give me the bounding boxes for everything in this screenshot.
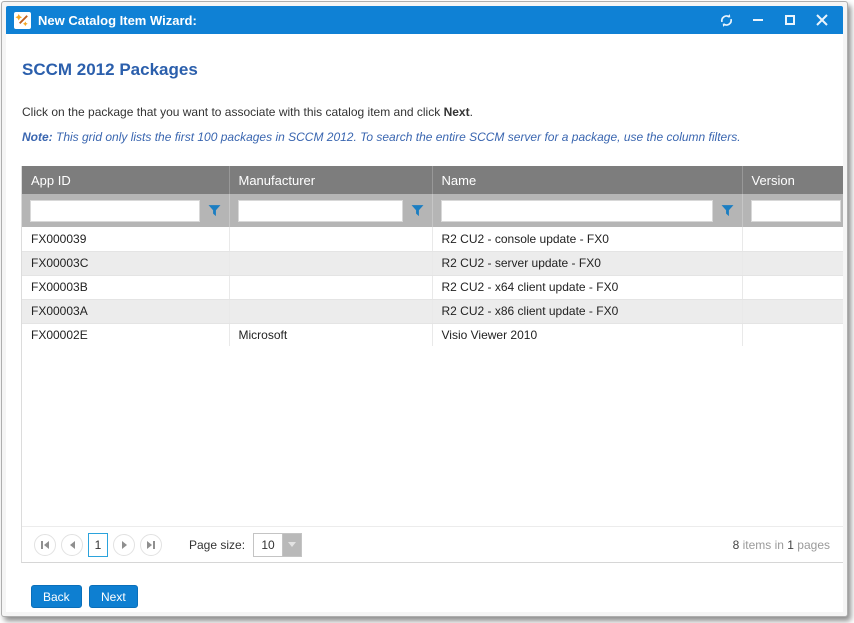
table-cell <box>229 275 432 299</box>
filter-input-app-id[interactable] <box>30 200 200 222</box>
table-cell: FX00003A <box>22 299 229 323</box>
grid-empty-area <box>22 346 843 526</box>
grid-header-row: App ID Manufacturer Name Version <box>22 166 843 194</box>
maximize-icon[interactable] <box>777 9 803 31</box>
pager-status: 8 items in 1 pages <box>733 538 832 552</box>
table-cell: R2 CU2 - console update - FX0 <box>432 227 742 251</box>
prev-page-icon[interactable] <box>61 534 83 556</box>
page-size-dropdown[interactable]: 10 <box>253 533 302 557</box>
filter-input-version[interactable] <box>751 200 841 222</box>
table-cell: R2 CU2 - server update - FX0 <box>432 251 742 275</box>
grid-filter-row <box>22 194 843 227</box>
refresh-icon[interactable] <box>713 9 739 31</box>
instruction-text: Click on the package that you want to as… <box>22 105 473 119</box>
dropdown-arrow-icon[interactable] <box>282 534 301 556</box>
table-cell: R2 CU2 - x86 client update - FX0 <box>432 299 742 323</box>
wizard-content: SCCM 2012 Packages Click on the package … <box>6 34 843 612</box>
table-cell: FX00003C <box>22 251 229 275</box>
table-cell <box>229 227 432 251</box>
table-row[interactable]: FX00003C R2 CU2 - server update - FX0 <box>22 251 843 275</box>
next-button[interactable]: Next <box>89 585 138 608</box>
instruction-suffix: . <box>470 105 473 119</box>
window-title: New Catalog Item Wizard: <box>38 13 197 28</box>
instruction-prefix: Click on the package that you want to as… <box>22 105 444 119</box>
table-row[interactable]: FX00002EMicrosoftVisio Viewer 2010 <box>22 323 843 346</box>
instruction-next-keyword: Next <box>444 105 470 119</box>
filter-input-name[interactable] <box>441 200 713 222</box>
table-cell <box>742 227 843 251</box>
back-button[interactable]: Back <box>31 585 82 608</box>
items-label: items in <box>739 538 787 552</box>
table-cell <box>742 323 843 346</box>
table-cell <box>742 299 843 323</box>
title-bar: New Catalog Item Wizard: <box>6 6 843 34</box>
table-row[interactable]: FX00003B R2 CU2 - x64 client update - FX0 <box>22 275 843 299</box>
wizard-window: New Catalog Item Wizard: SCCM 2012 Packa… <box>1 1 848 617</box>
column-header-manufacturer[interactable]: Manufacturer <box>229 166 432 194</box>
next-page-icon[interactable] <box>113 534 135 556</box>
packages-table: App ID Manufacturer Name Version <box>22 166 843 346</box>
table-cell <box>229 299 432 323</box>
column-header-name[interactable]: Name <box>432 166 742 194</box>
current-page-button[interactable]: 1 <box>88 533 108 557</box>
filter-icon[interactable] <box>721 204 734 217</box>
table-cell: Visio Viewer 2010 <box>432 323 742 346</box>
table-cell: Microsoft <box>229 323 432 346</box>
pager-bar: 1 Page size: 10 8 items in 1 pages <box>22 526 843 562</box>
filter-icon[interactable] <box>208 204 221 217</box>
close-icon[interactable] <box>809 9 835 31</box>
minimize-icon[interactable] <box>745 9 771 31</box>
page-size-label: Page size: <box>189 538 245 552</box>
filter-icon[interactable] <box>411 204 424 217</box>
column-header-app-id[interactable]: App ID <box>22 166 229 194</box>
table-cell: R2 CU2 - x64 client update - FX0 <box>432 275 742 299</box>
filter-input-manufacturer[interactable] <box>238 200 403 222</box>
page-size-value: 10 <box>254 534 282 556</box>
table-cell <box>229 251 432 275</box>
table-cell: FX00003B <box>22 275 229 299</box>
package-table-body: FX000039R2 CU2 - console update - FX0FX0… <box>22 227 843 346</box>
first-page-icon[interactable] <box>34 534 56 556</box>
note-text: Note: This grid only lists the first 100… <box>22 130 741 144</box>
grid-clip-area: App ID Manufacturer Name Version <box>22 166 843 346</box>
pages-count: 1 <box>787 538 794 552</box>
table-cell: FX00002E <box>22 323 229 346</box>
wizard-icon <box>14 12 31 29</box>
pages-label: pages <box>794 538 830 552</box>
page-title: SCCM 2012 Packages <box>22 60 198 80</box>
note-label: Note: <box>22 130 53 144</box>
table-row[interactable]: FX00003A R2 CU2 - x86 client update - FX0 <box>22 299 843 323</box>
table-cell <box>742 251 843 275</box>
packages-grid: App ID Manufacturer Name Version <box>21 166 843 563</box>
table-cell: FX000039 <box>22 227 229 251</box>
table-row[interactable]: FX000039 R2 CU2 - console update - FX0 <box>22 227 843 251</box>
table-cell <box>742 275 843 299</box>
last-page-icon[interactable] <box>140 534 162 556</box>
note-body: This grid only lists the first 100 packa… <box>53 130 741 144</box>
column-header-version[interactable]: Version <box>742 166 843 194</box>
